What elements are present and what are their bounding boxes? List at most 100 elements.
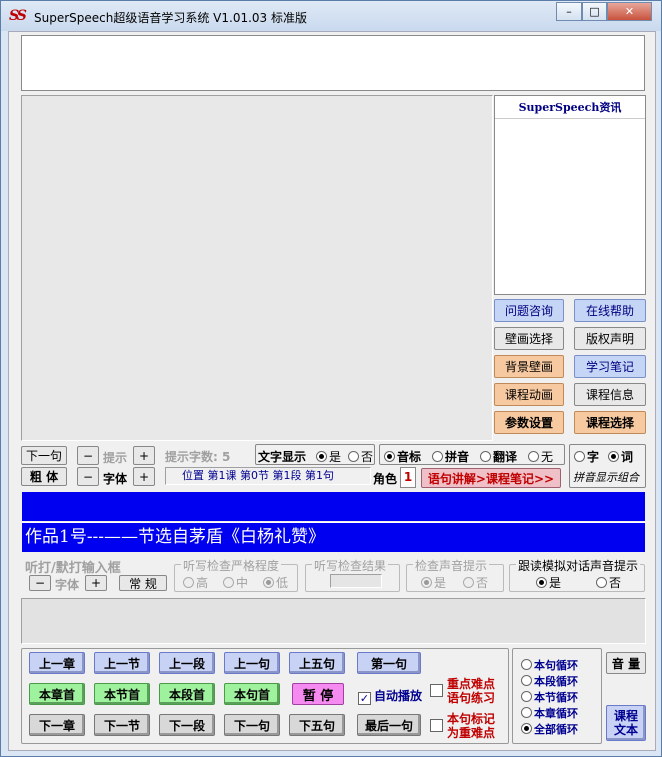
sound-hint-group: 检查声音提示 是 否 <box>406 557 504 592</box>
text-display-label: 文字显示 <box>258 450 307 464</box>
hint-count-label: 提示字数: <box>165 450 218 464</box>
last-sentence-button[interactable]: 最后一句 <box>357 714 421 736</box>
loop-section-radio[interactable]: 本节循环 <box>521 689 578 705</box>
position-indicator: 位置 第1课 第0节 第1段 第1句 <box>165 467 371 485</box>
chapter-start-button[interactable]: 本章首 <box>29 683 85 705</box>
dictation-input[interactable] <box>21 598 646 644</box>
section-start-button[interactable]: 本节首 <box>94 683 150 705</box>
next-sentence-button[interactable]: 下一句 <box>224 714 280 736</box>
prev-chapter-button[interactable]: 上一章 <box>29 652 85 674</box>
top-text-box[interactable] <box>21 35 645 91</box>
next-chapter-button[interactable]: 下一章 <box>29 714 85 736</box>
volume-button[interactable]: 音 量 <box>606 652 646 674</box>
dialog-hint-legend: 跟读模拟对话声音提示 <box>516 557 641 574</box>
info-panel-header: SuperSpeech资讯 <box>495 99 645 119</box>
sound-no-radio[interactable]: 否 <box>463 574 488 591</box>
word-radio[interactable]: 词 <box>608 448 633 465</box>
text-display-yes-radio[interactable]: 是 <box>316 448 341 465</box>
strictness-group: 听写检查严格程度 高 中 低 <box>174 557 298 592</box>
dictation-font-label: 字体 <box>55 578 80 592</box>
dictation-font-plus-button[interactable]: + <box>85 575 107 591</box>
main-panel: SuperSpeech资讯 问题咨询 在线帮助 壁画选择 版权声明 背景壁画 学… <box>8 31 656 751</box>
copyright-button[interactable]: 版权声明 <box>574 327 646 350</box>
role-input[interactable]: 1 <box>400 467 416 488</box>
dictation-normal-button[interactable]: 常 规 <box>119 575 167 591</box>
study-notes-button[interactable]: 学习笔记 <box>574 355 646 378</box>
strict-low-radio[interactable]: 低 <box>263 574 288 591</box>
key-sentence-practice[interactable]: 重点难点 语句练习 <box>430 677 495 705</box>
window-title: SuperSpeech超级语音学习系统 V1.01.03 标准版 <box>34 11 308 25</box>
prev-sentence-hint-button[interactable]: 下一句 <box>21 446 67 465</box>
title-bar: SS SuperSpeech超级语音学习系统 V1.01.03 标准版 – □ … <box>1 1 661 31</box>
sentence-start-button[interactable]: 本句首 <box>224 683 280 705</box>
dialog-no-radio[interactable]: 否 <box>596 574 621 591</box>
course-select-button[interactable]: 课程选择 <box>574 411 646 434</box>
prev-five-sentences-button[interactable]: 上五句 <box>289 652 345 674</box>
font-label: 字体 <box>103 472 128 486</box>
pinyin-combo-label: 拼音显示组合 <box>573 471 639 484</box>
first-sentence-button[interactable]: 第一句 <box>357 652 421 674</box>
course-text-button[interactable]: 课程 文本 <box>606 705 646 741</box>
loop-chapter-radio[interactable]: 本章循环 <box>521 705 578 721</box>
mark-key-sentence[interactable]: 本句标记 为重难点 <box>430 712 495 740</box>
strict-mid-radio[interactable]: 中 <box>223 574 248 591</box>
course-info-button[interactable]: 课程信息 <box>574 383 646 406</box>
next-five-sentences-button[interactable]: 下五句 <box>289 714 345 736</box>
hint-count-value: 5 <box>222 450 231 464</box>
bold-button[interactable]: 粗 体 <box>21 467 67 486</box>
strict-high-radio[interactable]: 高 <box>183 574 208 591</box>
hint-count-area: 提示字数: 5 <box>165 448 230 465</box>
text-display-no-radio[interactable]: 否 <box>348 448 373 465</box>
mural-select-button[interactable]: 壁画选择 <box>494 327 564 350</box>
course-animation-button[interactable]: 课程动画 <box>494 383 564 406</box>
close-button[interactable]: ✕ <box>607 2 652 21</box>
loop-all-radio[interactable]: 全部循环 <box>521 721 578 737</box>
maximize-button[interactable]: □ <box>582 2 607 21</box>
settings-button[interactable]: 参数设置 <box>494 411 564 434</box>
minimize-button[interactable]: – <box>556 2 582 21</box>
sentence-lecture-button[interactable]: 语句讲解>课程笔记>> <box>421 468 561 488</box>
dictation-title: 听打/默打输入框 <box>25 561 121 576</box>
info-panel: SuperSpeech资讯 <box>494 95 646 295</box>
hint-minus-button[interactable]: − <box>77 446 99 465</box>
translate-radio[interactable]: 翻译 <box>480 448 517 465</box>
strictness-legend: 听写检查严格程度 <box>181 557 282 574</box>
hint-label: 提示 <box>103 451 128 465</box>
paragraph-start-button[interactable]: 本段首 <box>159 683 215 705</box>
annotation-group: 音标 拼音 翻译 无 <box>379 444 565 465</box>
sound-hint-legend: 检查声音提示 <box>413 557 490 574</box>
font-plus-button[interactable]: + <box>133 467 155 486</box>
pause-button[interactable]: 暂 停 <box>292 683 344 705</box>
online-help-button[interactable]: 在线帮助 <box>574 299 646 322</box>
dictation-font-minus-button[interactable]: − <box>29 575 51 591</box>
loop-mode-group: 本句循环 本段循环 本节循环 本章循环 全部循环 <box>512 648 602 744</box>
next-paragraph-button[interactable]: 下一段 <box>159 714 215 736</box>
char-radio[interactable]: 字 <box>574 448 599 465</box>
app-window: SS SuperSpeech超级语音学习系统 V1.01.03 标准版 – □ … <box>0 0 662 757</box>
prev-sentence-button[interactable]: 上一句 <box>224 652 280 674</box>
app-logo-icon: SS <box>9 8 27 24</box>
result-group: 听写检查结果 <box>305 557 400 592</box>
result-display <box>330 574 382 588</box>
next-section-button[interactable]: 下一节 <box>94 714 150 736</box>
font-minus-button[interactable]: − <box>77 467 99 486</box>
course-title-text: 作品1号---——节选自茅盾《白杨礼赞》 <box>22 522 645 552</box>
pinyin-radio[interactable]: 拼音 <box>432 448 469 465</box>
dialog-yes-radio[interactable]: 是 <box>536 574 561 591</box>
prev-paragraph-button[interactable]: 上一段 <box>159 652 215 674</box>
text-display-group: 文字显示 是 否 <box>255 444 375 465</box>
role-label: 角色 <box>373 472 398 486</box>
result-legend: 听写检查结果 <box>312 557 389 574</box>
prev-section-button[interactable]: 上一节 <box>94 652 150 674</box>
none-radio[interactable]: 无 <box>528 448 553 465</box>
loop-paragraph-radio[interactable]: 本段循环 <box>521 673 578 689</box>
loop-sentence-radio[interactable]: 本句循环 <box>521 657 578 673</box>
background-mural-button[interactable]: 背景壁画 <box>494 355 564 378</box>
phonetic-radio[interactable]: 音标 <box>384 448 421 465</box>
text-line-1 <box>22 492 645 521</box>
sound-yes-radio[interactable]: 是 <box>421 574 446 591</box>
hint-plus-button[interactable]: + <box>133 446 155 465</box>
question-consult-button[interactable]: 问题咨询 <box>494 299 564 322</box>
auto-play-checkbox[interactable]: ✓ 自动播放 <box>358 687 422 705</box>
dialog-hint-group: 跟读模拟对话声音提示 是 否 <box>509 557 645 592</box>
